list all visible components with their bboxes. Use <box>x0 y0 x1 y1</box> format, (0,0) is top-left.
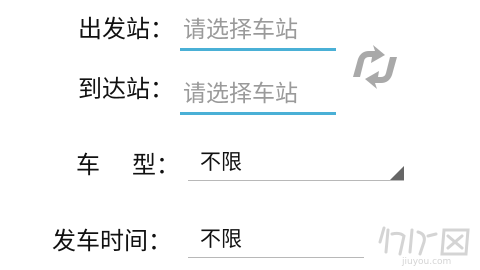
train-type-label-char1: 车 <box>76 151 100 179</box>
departure-time-select[interactable]: 不限 <box>188 222 364 258</box>
arrival-station-input[interactable] <box>180 77 339 111</box>
svg-text:jiuyou.com: jiuyou.com <box>401 257 451 266</box>
watermark-logo: jiuyou.com <box>378 226 470 266</box>
arrival-station-label: 到达站： <box>78 75 174 103</box>
train-type-value: 不限 <box>200 150 242 174</box>
departure-time-value: 不限 <box>200 227 242 251</box>
departure-time-label: 发车时间： <box>52 227 172 255</box>
departure-station-label: 出发站： <box>78 15 174 43</box>
train-type-select[interactable]: 不限 <box>188 145 404 181</box>
train-type-label-char2: 型： <box>132 151 180 179</box>
swap-stations-icon[interactable] <box>349 43 401 91</box>
departure-station-field[interactable] <box>180 11 339 51</box>
arrival-station-field[interactable] <box>180 75 339 115</box>
dropdown-corner-icon <box>390 166 404 180</box>
departure-station-input[interactable] <box>180 13 339 47</box>
